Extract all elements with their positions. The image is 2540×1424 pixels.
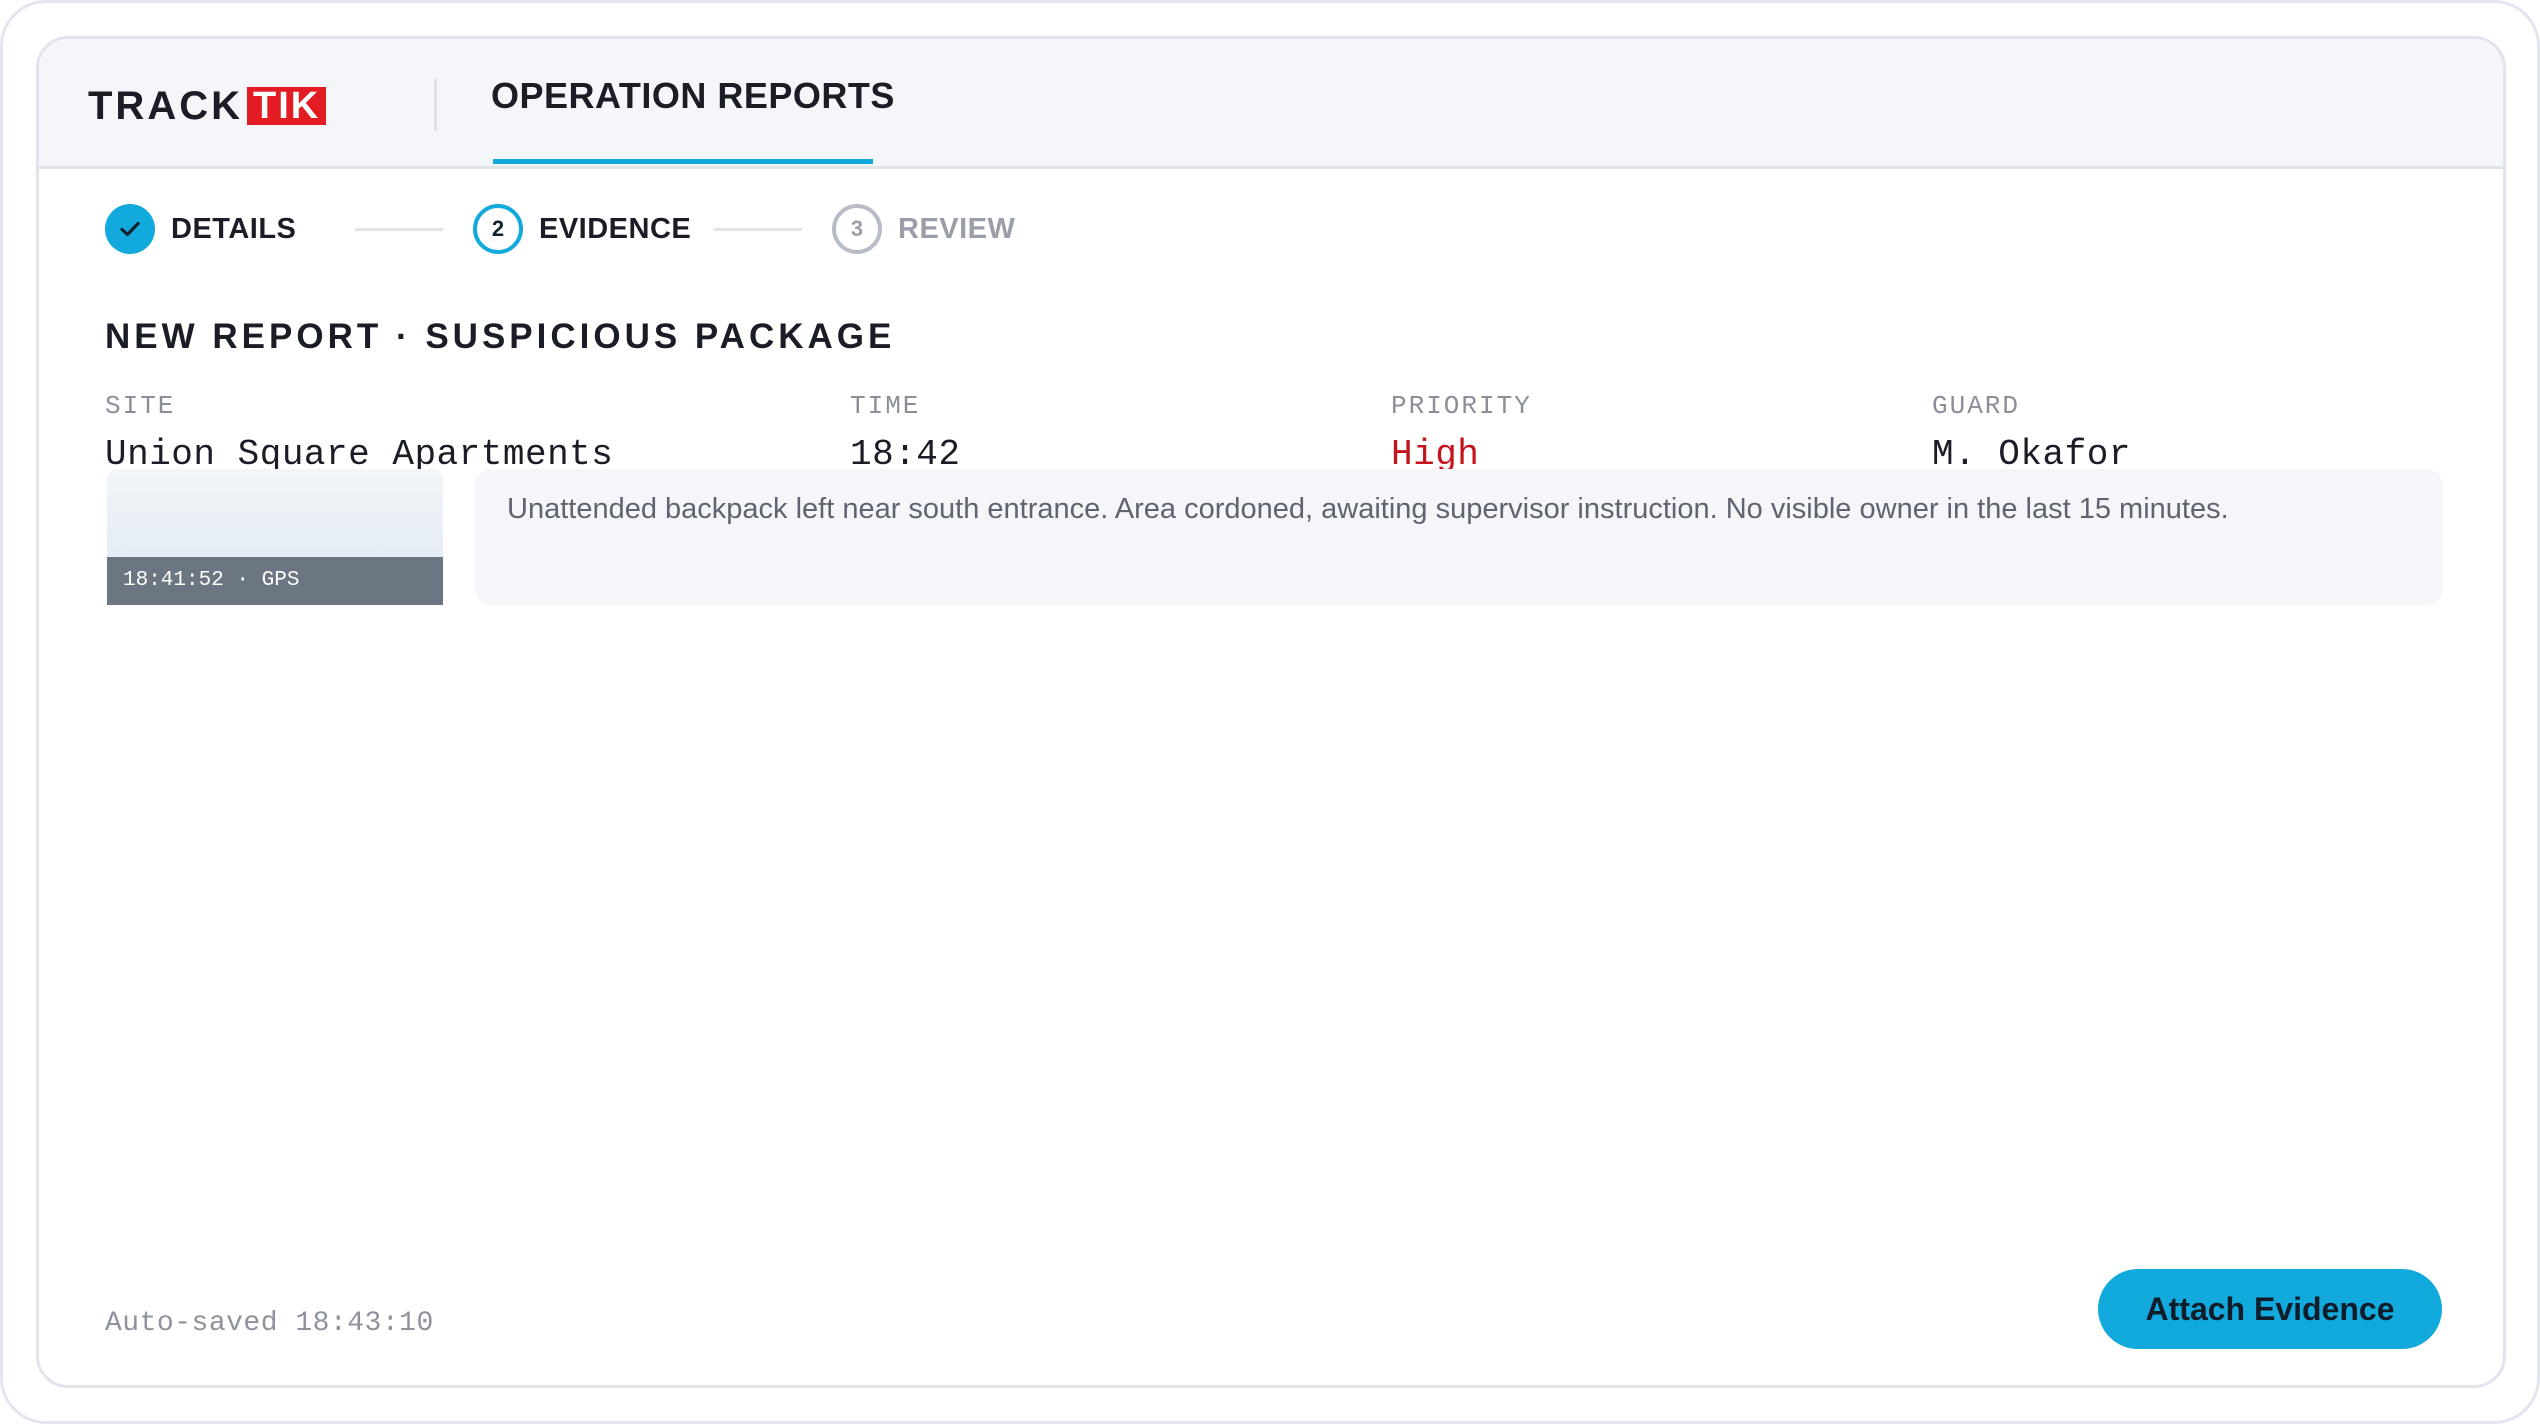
thumbnail-caption: 18:41:52 · GPS <box>107 557 443 605</box>
step-number-badge: 2 <box>473 204 523 254</box>
report-note: Unattended backpack left near south entr… <box>475 469 2443 605</box>
logo-wordmark-tik: TIK <box>246 87 327 125</box>
step-evidence[interactable]: 2 EVIDENCE <box>473 204 691 254</box>
tab-operation-reports[interactable]: OPERATION REPORTS <box>491 75 895 117</box>
field-label: TIME <box>850 391 921 421</box>
evidence-thumbnail[interactable]: 18:41:52 · GPS <box>107 469 443 605</box>
step-label: EVIDENCE <box>539 212 692 245</box>
field-time: TIME 18:42 <box>850 391 961 475</box>
tracktik-logo[interactable]: TRACK TIK <box>88 84 327 128</box>
step-label: REVIEW <box>898 212 1016 245</box>
field-site: SITE Union Square Apartments <box>105 391 613 475</box>
attach-evidence-button[interactable]: Attach Evidence <box>2098 1269 2442 1349</box>
step-number-badge: 3 <box>832 204 882 254</box>
report-title: NEW REPORT · SUSPICIOUS PACKAGE <box>105 317 896 356</box>
header-divider <box>434 79 437 131</box>
app-header: TRACK TIK OPERATION REPORTS <box>39 39 2503 169</box>
logo-wordmark-track: TRACK <box>88 84 243 128</box>
check-icon <box>105 204 155 254</box>
step-details[interactable]: DETAILS <box>105 204 296 254</box>
field-label: SITE <box>105 391 176 421</box>
field-label: PRIORITY <box>1391 391 1532 421</box>
step-connector <box>355 228 443 231</box>
step-connector <box>714 228 802 231</box>
field-priority: PRIORITY High <box>1391 391 1532 475</box>
report-card: TRACK TIK OPERATION REPORTS DETAILS 2 EV… <box>36 36 2506 1388</box>
field-guard: GUARD M. Okafor <box>1932 391 2131 475</box>
active-tab-indicator <box>493 159 873 164</box>
field-label: GUARD <box>1932 391 2021 421</box>
step-review[interactable]: 3 REVIEW <box>832 204 1015 254</box>
autosave-status: Auto-saved 18:43:10 <box>105 1308 434 1339</box>
step-label: DETAILS <box>171 212 297 245</box>
